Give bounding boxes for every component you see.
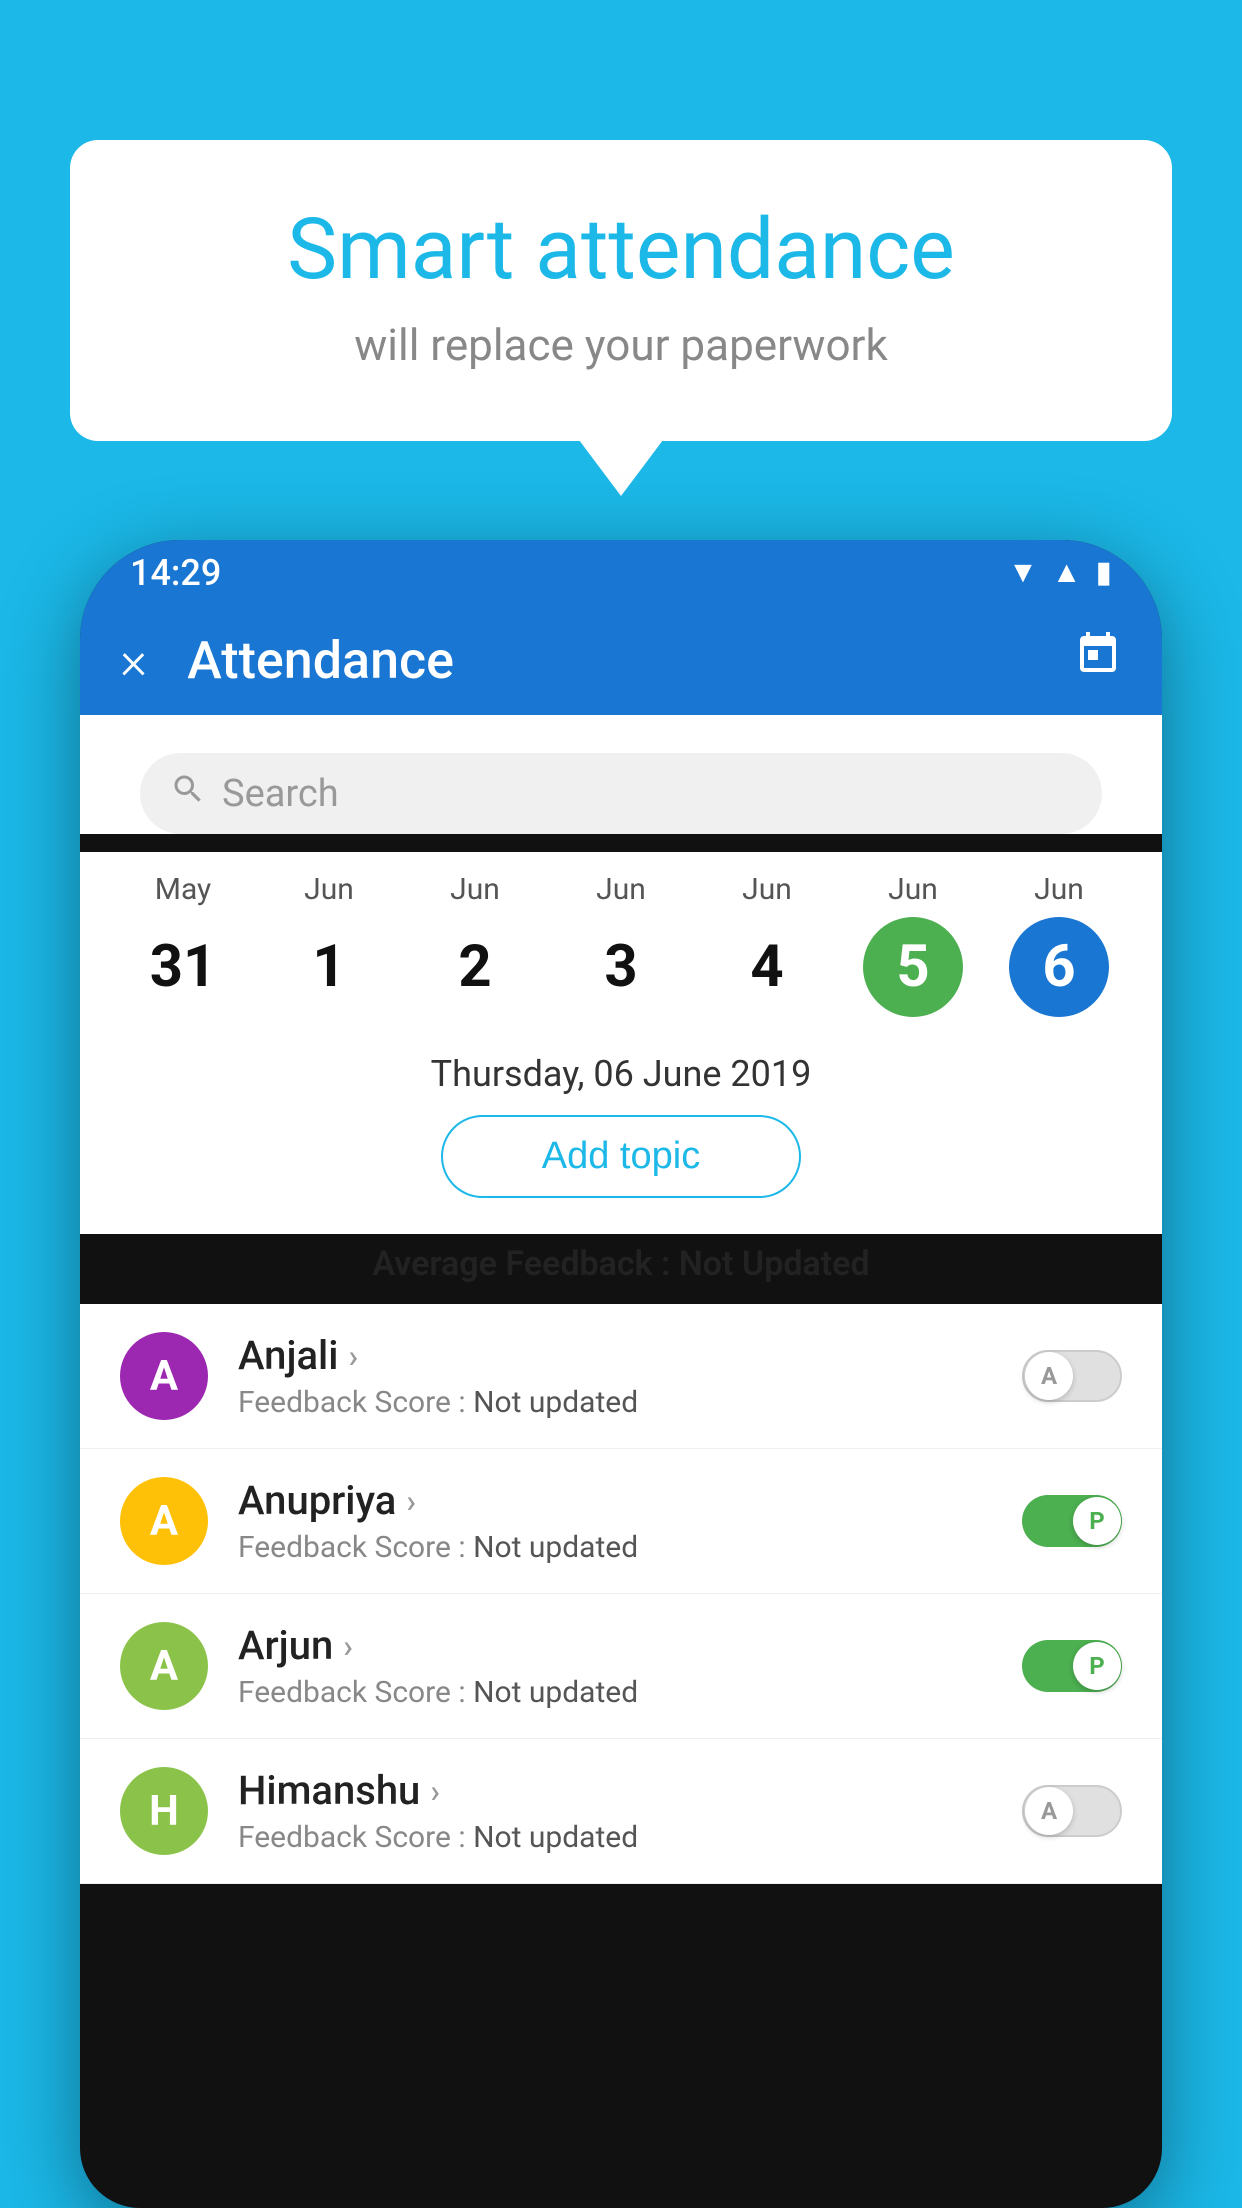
toggle-knob: A [1025, 1352, 1073, 1400]
battery-icon: ▮ [1095, 555, 1112, 590]
calendar-icon[interactable] [1074, 630, 1122, 690]
calendar-date-item[interactable]: Jun 6 [994, 872, 1124, 1017]
student-list-item[interactable]: H Himanshu › Feedback Score : Not updated A [80, 1739, 1162, 1884]
student-avatar: A [120, 1622, 208, 1710]
calendar-day[interactable]: 1 [279, 917, 379, 1017]
calendar-date-item[interactable]: Jun 2 [410, 872, 540, 1017]
bubble-title: Smart attendance [150, 200, 1092, 299]
student-name: Himanshu › [238, 1767, 992, 1814]
bubble-subtitle: will replace your paperwork [150, 319, 1092, 371]
chevron-right-icon: › [343, 1627, 353, 1665]
student-list: AAnjali ›Feedback Score : Not updatedAAA… [80, 1304, 1162, 1884]
status-bar: 14:29 ▼ ▲ ▮ [80, 540, 1162, 605]
student-info: Anjali › Feedback Score : Not updated [238, 1332, 992, 1420]
calendar-day[interactable]: 2 [425, 917, 525, 1017]
speech-bubble-container: Smart attendance will replace your paper… [70, 140, 1172, 441]
calendar-month: Jun [450, 872, 500, 907]
signal-icon: ▲ [1052, 555, 1082, 590]
close-button[interactable]: × [120, 630, 147, 691]
attendance-toggle[interactable]: P [1022, 1640, 1122, 1692]
status-time: 14:29 [130, 552, 221, 594]
calendar-day[interactable]: 5 [863, 917, 963, 1017]
calendar-month: May [155, 872, 211, 907]
student-info: Arjun › Feedback Score : Not updated [238, 1622, 992, 1710]
calendar-date-item[interactable]: May 31 [118, 872, 248, 1017]
calendar-strip: May 31 Jun 1 Jun 2 Jun 3 Jun 4 Jun 5 Jun 6 [80, 852, 1162, 1027]
student-list-item[interactable]: A Anupriya › Feedback Score : Not updated P [80, 1449, 1162, 1594]
avg-feedback-label: Average Feedback : [372, 1244, 678, 1284]
attendance-toggle[interactable]: A [1022, 1785, 1122, 1837]
calendar-month: Jun [596, 872, 646, 907]
avg-feedback: Average Feedback : Not Updated [80, 1234, 1162, 1304]
calendar-month: Jun [888, 872, 938, 907]
student-feedback: Feedback Score : Not updated [238, 1820, 992, 1855]
student-feedback: Feedback Score : Not updated [238, 1385, 992, 1420]
chevron-right-icon: › [430, 1772, 440, 1810]
calendar-month: Jun [304, 872, 354, 907]
student-list-item[interactable]: A Arjun › Feedback Score : Not updated P [80, 1594, 1162, 1739]
calendar-month: Jun [742, 872, 792, 907]
toggle-knob: P [1073, 1497, 1121, 1545]
search-icon [170, 771, 206, 816]
calendar-date-item[interactable]: Jun 4 [702, 872, 832, 1017]
attendance-toggle[interactable]: P [1022, 1495, 1122, 1547]
wifi-icon: ▼ [1008, 555, 1038, 590]
search-bar[interactable]: Search [140, 753, 1102, 834]
toggle-knob: P [1073, 1642, 1121, 1690]
calendar-day[interactable]: 4 [717, 917, 817, 1017]
avg-feedback-value: Not Updated [679, 1244, 870, 1284]
student-avatar: A [120, 1332, 208, 1420]
selected-date-label: Thursday, 06 June 2019 [80, 1027, 1162, 1115]
chevron-right-icon: › [406, 1482, 416, 1520]
app-bar-title: Attendance [187, 630, 1034, 691]
phone-frame: 14:29 ▼ ▲ ▮ × Attendance Search May 3 [80, 540, 1162, 2208]
chevron-right-icon: › [348, 1337, 358, 1375]
toggle-knob: A [1025, 1787, 1073, 1835]
student-avatar: A [120, 1477, 208, 1565]
status-icons: ▼ ▲ ▮ [1008, 555, 1112, 590]
calendar-date-item[interactable]: Jun 3 [556, 872, 686, 1017]
student-info: Himanshu › Feedback Score : Not updated [238, 1767, 992, 1855]
student-name: Anjali › [238, 1332, 992, 1379]
attendance-toggle[interactable]: A [1022, 1350, 1122, 1402]
student-name: Anupriya › [238, 1477, 992, 1524]
student-feedback: Feedback Score : Not updated [238, 1675, 992, 1710]
student-feedback: Feedback Score : Not updated [238, 1530, 992, 1565]
calendar-day[interactable]: 3 [571, 917, 671, 1017]
calendar-date-item[interactable]: Jun 1 [264, 872, 394, 1017]
calendar-day[interactable]: 31 [133, 917, 233, 1017]
calendar-day[interactable]: 6 [1009, 917, 1109, 1017]
student-name: Arjun › [238, 1622, 992, 1669]
calendar-date-item[interactable]: Jun 5 [848, 872, 978, 1017]
add-topic-button[interactable]: Add topic [441, 1115, 801, 1198]
app-bar: × Attendance [80, 605, 1162, 715]
speech-bubble: Smart attendance will replace your paper… [70, 140, 1172, 441]
search-placeholder: Search [222, 772, 339, 816]
student-info: Anupriya › Feedback Score : Not updated [238, 1477, 992, 1565]
student-avatar: H [120, 1767, 208, 1855]
calendar-month: Jun [1034, 872, 1084, 907]
student-list-item[interactable]: A Anjali › Feedback Score : Not updated A [80, 1304, 1162, 1449]
